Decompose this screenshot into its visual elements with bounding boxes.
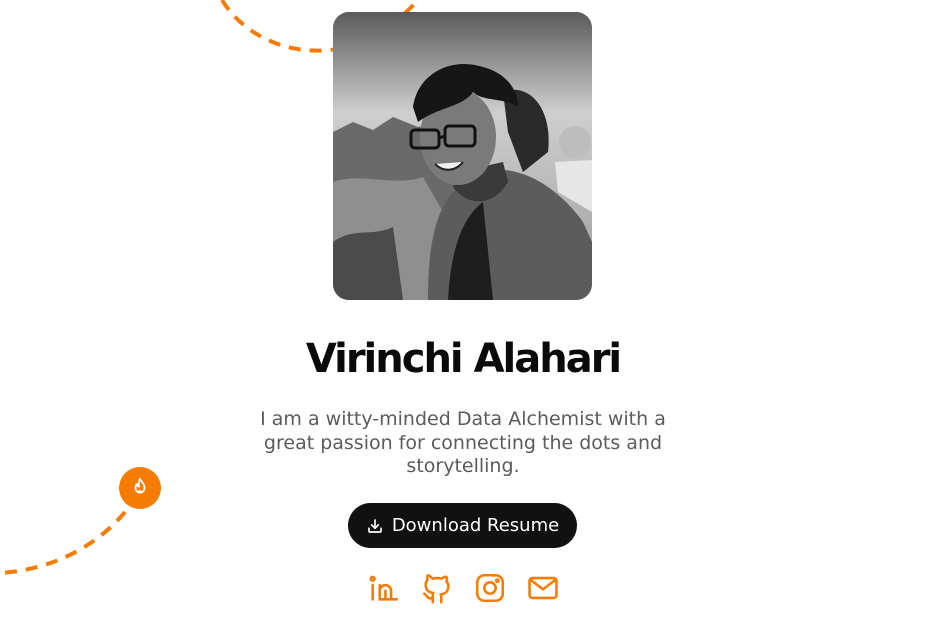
fire-badge xyxy=(119,467,161,509)
flame-icon xyxy=(134,477,146,494)
download-resume-button[interactable]: Download Resume xyxy=(348,503,577,548)
profile-photo xyxy=(333,12,592,300)
profile-bio: I am a witty-minded Data Alchemist with … xyxy=(260,408,666,477)
linkedin-link[interactable] xyxy=(366,570,402,606)
portrait-image xyxy=(333,12,592,300)
instagram-link[interactable] xyxy=(472,570,508,606)
mail-link[interactable] xyxy=(525,570,561,606)
social-links xyxy=(366,570,561,606)
instagram-icon xyxy=(475,573,505,603)
linkedin-icon xyxy=(369,575,399,601)
github-icon xyxy=(422,574,450,604)
mail-icon xyxy=(528,576,558,600)
github-link[interactable] xyxy=(419,570,455,606)
download-icon xyxy=(367,518,382,533)
download-resume-label: Download Resume xyxy=(391,515,560,536)
profile-name: Virinchi Alahari xyxy=(305,336,622,382)
